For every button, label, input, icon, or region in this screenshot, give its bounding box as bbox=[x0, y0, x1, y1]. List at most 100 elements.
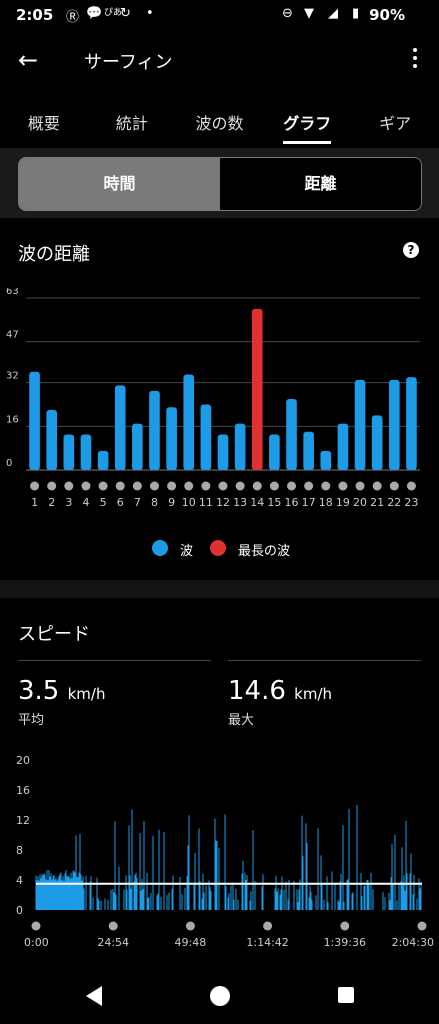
x-tick-dot bbox=[218, 481, 228, 491]
nav-back-icon[interactable] bbox=[86, 986, 102, 1006]
help-icon[interactable]: ? bbox=[403, 242, 419, 258]
y-tick-label: 16 bbox=[16, 784, 30, 797]
x-tick-label: 11 bbox=[199, 496, 213, 509]
battery-icon: ▮ bbox=[352, 6, 360, 21]
wave-bar bbox=[183, 374, 195, 470]
r-icon: Ⓡ bbox=[66, 10, 80, 25]
y-tick-label: 0 bbox=[16, 904, 23, 917]
x-tick-label: 8 bbox=[151, 496, 158, 509]
x-tick-label: 18 bbox=[319, 496, 333, 509]
tab-gear[interactable]: ギア bbox=[351, 96, 439, 144]
legend-longest-label: 最長の波 bbox=[238, 544, 291, 559]
speed-card: スピード 3.5 km/h 平均 14.6 km/h 最大 0 4 8 12 16 20 0… bbox=[0, 598, 439, 970]
x-tick-dot bbox=[269, 481, 279, 491]
x-tick-label: 19 bbox=[336, 496, 350, 509]
x-tick-dot bbox=[184, 481, 194, 491]
x-tick-label: 3 bbox=[65, 496, 72, 509]
wave-bar bbox=[217, 434, 229, 470]
segment-container: 時間 距離 bbox=[0, 148, 439, 218]
wave-bar bbox=[29, 371, 40, 470]
x-tick-dot bbox=[287, 481, 297, 491]
x-tick-label: 20 bbox=[353, 496, 367, 509]
wave-bar bbox=[286, 399, 297, 470]
x-tick-dot bbox=[132, 481, 142, 491]
x-tick-label: 2 bbox=[48, 496, 55, 509]
x-tick-label: 17 bbox=[302, 496, 316, 509]
wave-distance-card: 波の距離 ? 0 16 32 47 63 1 2 3 4 5 6 7 8 9 10 11 12 13 14 15 16 1… bbox=[0, 218, 439, 580]
x-tick-label: 22 bbox=[387, 496, 401, 509]
arrow-left-icon[interactable]: ← bbox=[18, 46, 46, 74]
tab-stats[interactable]: 統計 bbox=[88, 96, 176, 144]
x-tick-label: 1:14:42 bbox=[246, 936, 288, 949]
wifi-icon: ▼ bbox=[304, 6, 314, 21]
more-vert-icon[interactable] bbox=[407, 44, 423, 76]
x-tick-label: 49:48 bbox=[175, 936, 207, 949]
wave-bar bbox=[371, 415, 383, 470]
wave-bar bbox=[132, 423, 143, 470]
x-tick-dot bbox=[98, 481, 108, 491]
x-tick-dot bbox=[321, 481, 331, 491]
system-nav-bar bbox=[0, 970, 439, 1024]
segment-time-button[interactable]: 時間 bbox=[19, 158, 220, 210]
x-tick-dot bbox=[115, 481, 125, 491]
avg-speed-label: 平均 bbox=[18, 713, 45, 728]
x-tick-label: 4 bbox=[82, 496, 89, 509]
x-tick-label: 16 bbox=[285, 496, 299, 509]
avg-speed-value: 3.5 bbox=[18, 676, 60, 706]
x-tick-label: 10 bbox=[182, 496, 196, 509]
x-tick-dot bbox=[30, 481, 40, 491]
dnd-icon: ⊖ bbox=[282, 6, 293, 21]
x-tick-dot bbox=[355, 481, 365, 491]
segment-distance-button[interactable]: 距離 bbox=[220, 158, 421, 210]
tab-graph[interactable]: グラフ bbox=[263, 96, 351, 144]
chat-icon: 💬 bbox=[86, 6, 103, 21]
x-tick-dot bbox=[252, 481, 262, 491]
x-tick-dot bbox=[417, 921, 427, 931]
wave-bar bbox=[320, 450, 332, 470]
x-tick-dot bbox=[64, 481, 74, 491]
wave-bar bbox=[46, 409, 58, 470]
x-tick-dot bbox=[340, 921, 350, 931]
tab-wave-count[interactable]: 波の数 bbox=[176, 96, 264, 144]
wave-bar bbox=[354, 379, 366, 470]
wave-bar bbox=[166, 407, 177, 470]
x-tick-label: 6 bbox=[117, 496, 124, 509]
x-tick-label: 1:39:36 bbox=[324, 936, 366, 949]
signal-icon: ◢ bbox=[328, 6, 338, 21]
y-tick-label: 16 bbox=[6, 414, 19, 425]
speed-chart: 0 4 8 12 16 20 0:00 24:54 49:48 1:14:42 1:39:36 2:0… bbox=[16, 754, 434, 949]
x-tick-dot bbox=[338, 481, 348, 491]
legend-wave-label: 波 bbox=[180, 544, 194, 559]
x-tick-label: 21 bbox=[370, 496, 384, 509]
wave-bar bbox=[406, 377, 417, 470]
x-tick-label: 2:04:30 bbox=[392, 936, 434, 949]
x-tick-label: 24:54 bbox=[97, 936, 129, 949]
avg-speed-unit: km/h bbox=[67, 685, 106, 703]
x-tick-dot bbox=[149, 481, 159, 491]
x-tick-dot bbox=[108, 921, 118, 931]
wave-bar bbox=[388, 379, 400, 470]
nav-recents-icon[interactable] bbox=[338, 987, 354, 1003]
x-tick-label: 5 bbox=[100, 496, 107, 509]
wave-bar bbox=[303, 431, 314, 470]
x-tick-label: 12 bbox=[216, 496, 230, 509]
avg-divider bbox=[18, 660, 211, 661]
dot-icon: • bbox=[146, 6, 154, 21]
max-speed-unit: km/h bbox=[294, 685, 333, 703]
y-tick-label: 8 bbox=[16, 844, 23, 857]
battery-percent: 90% bbox=[369, 6, 405, 24]
y-tick-label: 0 bbox=[6, 458, 12, 469]
y-tick-label: 47 bbox=[6, 330, 19, 341]
x-tick-label: 14 bbox=[250, 496, 264, 509]
max-speed: 14.6 km/h bbox=[228, 676, 332, 706]
nav-home-icon[interactable] bbox=[210, 986, 230, 1006]
wave-bar bbox=[234, 423, 246, 470]
x-tick-label: 23 bbox=[404, 496, 418, 509]
x-tick-label: 1 bbox=[31, 496, 38, 509]
wave-bar bbox=[200, 404, 212, 470]
x-tick-label: 0:00 bbox=[24, 936, 49, 949]
page-title: サーフィン bbox=[84, 52, 173, 73]
tab-bar: 概要 統計 波の数 グラフ ギア bbox=[0, 96, 439, 144]
tab-overview[interactable]: 概要 bbox=[0, 96, 88, 144]
max-speed-label: 最大 bbox=[228, 713, 255, 728]
